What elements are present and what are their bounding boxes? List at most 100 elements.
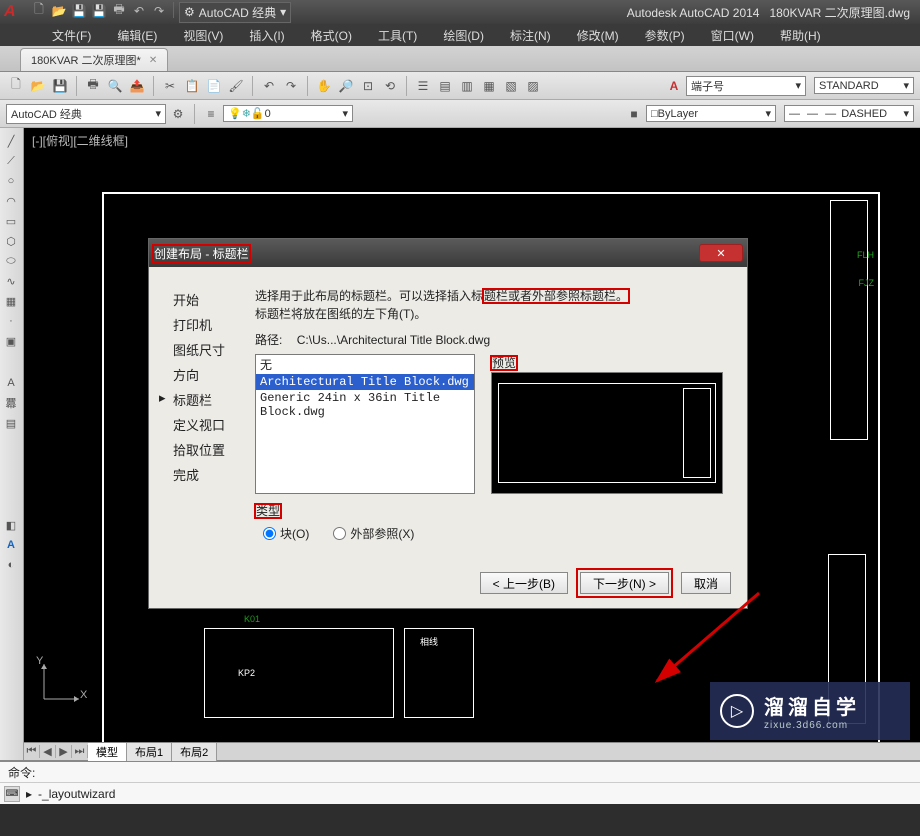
tpalette-icon[interactable]: ▥ <box>457 76 477 96</box>
save-icon[interactable]: 💾 <box>70 2 88 20</box>
open-icon[interactable]: 📂 <box>50 2 68 20</box>
layout-tab-model[interactable]: 模型 <box>88 743 127 761</box>
radio-block[interactable]: 块(O) <box>263 525 309 542</box>
command-input[interactable]: -_layoutwizard <box>38 787 115 801</box>
properties-icon[interactable]: ☰ <box>413 76 433 96</box>
dcenter-icon[interactable]: ▤ <box>435 76 455 96</box>
menu-edit[interactable]: 编辑(E) <box>105 25 169 46</box>
undo-icon[interactable]: ↶ <box>130 2 148 20</box>
tool-a-icon[interactable]: A <box>2 536 20 554</box>
menu-modify[interactable]: 修改(M) <box>565 25 631 46</box>
tool-3-icon[interactable]: ◐ <box>2 556 20 574</box>
list-item[interactable]: Architectural Title Block.dwg <box>256 374 474 390</box>
table-icon[interactable]: ▤ <box>2 414 20 432</box>
redo-icon[interactable]: ↷ <box>281 76 301 96</box>
nav-orient[interactable]: 方向 <box>173 362 243 387</box>
label-fjz: FJZ <box>859 278 875 288</box>
pan-icon[interactable]: ✋ <box>314 76 334 96</box>
rect-icon[interactable]: ▭ <box>2 212 20 230</box>
dialog-titlebar[interactable]: 创建布局 - 标题栏 ✕ <box>149 239 747 267</box>
workspace-combo[interactable]: ⚙ AutoCAD 经典 ▾ <box>179 2 291 23</box>
layout-tab-2[interactable]: 布局2 <box>172 743 217 761</box>
ssm-icon[interactable]: ▦ <box>479 76 499 96</box>
pline-icon[interactable]: ⟋ <box>2 152 20 170</box>
zoom-prev-icon[interactable]: ⟲ <box>380 76 400 96</box>
hatch-icon[interactable]: ▦ <box>2 292 20 310</box>
close-tab-icon[interactable]: ✕ <box>149 55 157 66</box>
print-icon[interactable]: 🖶 <box>110 2 128 20</box>
nav-start[interactable]: 开始 <box>173 287 243 312</box>
markup-icon[interactable]: ▧ <box>501 76 521 96</box>
menu-insert[interactable]: 插入(I) <box>237 25 296 46</box>
model-viewport[interactable]: [-][俯视][二维线框] FLH FJZ K01 KP2 相线 X Y <box>24 128 920 760</box>
point-icon[interactable]: · <box>2 312 20 330</box>
color-combo[interactable]: □ ByLayer▾ <box>646 105 776 122</box>
nav-printer[interactable]: 打印机 <box>173 312 243 337</box>
list-item[interactable]: Generic 24in x 36in Title Block.dwg <box>256 390 474 420</box>
dialog-close-button[interactable]: ✕ <box>699 244 743 262</box>
zoom-win-icon[interactable]: ⊡ <box>358 76 378 96</box>
text-icon[interactable]: A <box>2 374 20 392</box>
calc-icon[interactable]: ▨ <box>523 76 543 96</box>
create-layout-dialog: 创建布局 - 标题栏 ✕ 开始 打印机 图纸尺寸 方向 标题栏 定义视口 拾取位… <box>148 238 748 609</box>
workspace-combo-2[interactable]: AutoCAD 经典▾ <box>6 104 166 124</box>
layout-nav[interactable]: ⏮◀▶⏭ <box>24 745 88 758</box>
menu-format[interactable]: 格式(O) <box>299 25 364 46</box>
new-icon[interactable]: 🗋 <box>30 2 48 20</box>
zoom-rt-icon[interactable]: 🔎 <box>336 76 356 96</box>
menu-dimension[interactable]: 标注(N) <box>498 25 563 46</box>
saveas-icon[interactable]: 💾 <box>90 2 108 20</box>
new-icon[interactable]: 🗋 <box>6 76 26 96</box>
radio-xref[interactable]: 外部参照(X) <box>333 525 414 542</box>
line-icon[interactable]: ╱ <box>2 132 20 150</box>
list-item[interactable]: 无 <box>256 355 474 374</box>
text-a-icon[interactable]: A <box>664 76 684 96</box>
dim-style-combo[interactable]: STANDARD▾ <box>814 77 914 94</box>
spline-icon[interactable]: ∿ <box>2 272 20 290</box>
menu-tools[interactable]: 工具(T) <box>366 25 429 46</box>
text-style-combo[interactable]: 端子号▾ <box>686 76 806 96</box>
nav-finish[interactable]: 完成 <box>173 462 243 487</box>
menu-help[interactable]: 帮助(H) <box>768 25 833 46</box>
save-icon[interactable]: 💾 <box>50 76 70 96</box>
menu-window[interactable]: 窗口(W) <box>699 25 766 46</box>
match-icon[interactable]: 🖌 <box>226 76 246 96</box>
nav-pick[interactable]: 拾取位置 <box>173 437 243 462</box>
arc-icon[interactable]: ◠ <box>2 192 20 210</box>
document-tab[interactable]: 180KVAR 二次原理图* ✕ <box>20 48 168 71</box>
nav-papersize[interactable]: 图纸尺寸 <box>173 337 243 362</box>
block-icon[interactable]: ▣ <box>2 332 20 350</box>
back-button[interactable]: < 上一步(B) <box>480 572 568 594</box>
polygon-icon[interactable]: ⬡ <box>2 232 20 250</box>
menu-draw[interactable]: 绘图(D) <box>431 25 496 46</box>
nav-titleblock[interactable]: 标题栏 <box>173 387 243 412</box>
color-swatch[interactable]: ■ <box>624 104 644 124</box>
ucs-icon: X Y <box>34 659 84 712</box>
command-line[interactable]: ⌨ ▸ -_layoutwizard <box>0 782 920 804</box>
next-button[interactable]: 下一步(N) > <box>580 572 669 594</box>
publish-icon[interactable]: 📤 <box>127 76 147 96</box>
menu-param[interactable]: 参数(P) <box>633 25 697 46</box>
layer-prop-icon[interactable]: ≡ <box>201 104 221 124</box>
gear-icon[interactable]: ⚙ <box>168 104 188 124</box>
preview-icon[interactable]: 🔍 <box>105 76 125 96</box>
tool-1-icon[interactable]: ◧ <box>2 516 20 534</box>
menu-view[interactable]: 视图(V) <box>171 25 235 46</box>
menu-file[interactable]: 文件(F) <box>40 25 103 46</box>
circle-icon[interactable]: ○ <box>2 172 20 190</box>
layout-tab-1[interactable]: 布局1 <box>127 743 172 761</box>
undo-icon[interactable]: ↶ <box>259 76 279 96</box>
redo-icon[interactable]: ↷ <box>150 2 168 20</box>
nav-viewport[interactable]: 定义视口 <box>173 412 243 437</box>
copy-icon[interactable]: 📋 <box>182 76 202 96</box>
mtext-icon[interactable]: 羃 <box>2 394 20 412</box>
titleblock-list[interactable]: 无 Architectural Title Block.dwg Generic … <box>255 354 475 494</box>
cut-icon[interactable]: ✂ <box>160 76 180 96</box>
layer-combo[interactable]: 💡❄🔓0▾ <box>223 105 353 122</box>
open-icon[interactable]: 📂 <box>28 76 48 96</box>
paste-icon[interactable]: 📄 <box>204 76 224 96</box>
cancel-button[interactable]: 取消 <box>681 572 731 594</box>
ellipse-icon[interactable]: ⬭ <box>2 252 20 270</box>
print-icon[interactable]: 🖶 <box>83 76 103 96</box>
linetype-combo[interactable]: — — — DASHED▾ <box>784 105 914 122</box>
